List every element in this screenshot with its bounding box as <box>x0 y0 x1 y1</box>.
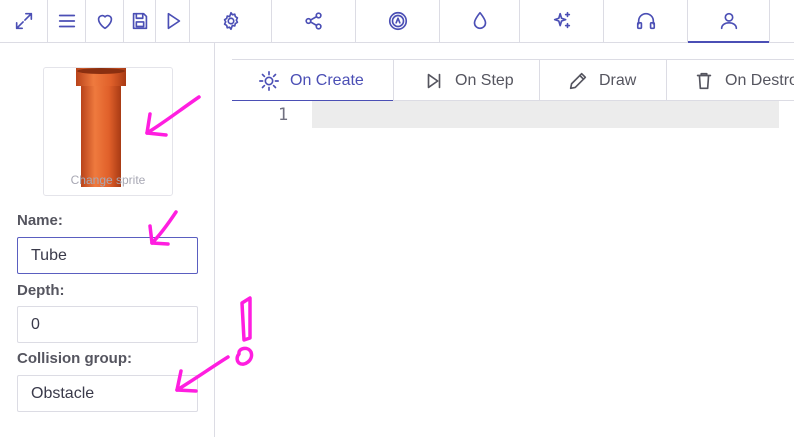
maximize-button[interactable] <box>0 0 48 42</box>
trash-icon <box>696 72 712 89</box>
particles-tab[interactable] <box>520 0 604 42</box>
tab-draw-label: Draw <box>599 71 637 89</box>
tab-on-destroy[interactable]: On Destroy <box>667 60 794 101</box>
sun-icon <box>259 70 279 91</box>
save-button[interactable] <box>124 0 156 42</box>
depth-input[interactable] <box>17 306 198 343</box>
sparkles-icon <box>553 11 570 29</box>
favorite-button[interactable] <box>86 0 124 42</box>
menu-icon <box>58 14 75 28</box>
compass-icon <box>388 11 407 31</box>
run-button[interactable] <box>156 0 190 42</box>
share-nodes-icon <box>304 12 322 30</box>
name-input[interactable] <box>17 237 198 274</box>
code-editor-area: On Create On Step Draw On Destroy 1 <box>232 59 794 437</box>
play-icon <box>167 12 180 30</box>
droplet-icon <box>473 11 486 30</box>
sprite-preview[interactable]: Change sprite <box>43 67 173 196</box>
code-editor[interactable]: 1 <box>232 101 794 437</box>
tab-draw[interactable]: Draw <box>540 60 667 101</box>
template-properties-panel: Change sprite Name: Depth: Collision gro… <box>0 43 215 437</box>
sounds-tab[interactable] <box>604 0 688 42</box>
event-tabs: On Create On Step Draw On Destroy <box>232 59 794 101</box>
collision-group-label: Collision group: <box>17 350 132 367</box>
maximize-icon <box>15 12 32 30</box>
tab-on-create[interactable]: On Create <box>232 60 394 101</box>
nodes-tab[interactable] <box>272 0 356 42</box>
save-icon <box>132 12 147 30</box>
compass-tab[interactable] <box>356 0 440 42</box>
tab-on-step-label: On Step <box>455 71 514 89</box>
depth-label: Depth: <box>17 282 65 299</box>
menu-button[interactable] <box>48 0 86 42</box>
line-number: 1 <box>278 105 289 125</box>
collision-group-input[interactable] <box>17 375 198 412</box>
gear-icon <box>223 11 238 31</box>
templates-tab[interactable] <box>688 0 770 43</box>
change-sprite-caption: Change sprite <box>70 173 146 187</box>
name-label: Name: <box>17 212 63 229</box>
top-toolbar <box>0 0 794 43</box>
tab-on-destroy-label: On Destroy <box>725 71 794 89</box>
user-icon <box>720 12 737 30</box>
tab-on-create-label: On Create <box>290 71 364 89</box>
pencil-icon <box>569 72 587 89</box>
skip-forward-icon <box>427 73 441 88</box>
headphones-icon <box>636 12 655 30</box>
effects-tab[interactable] <box>440 0 520 42</box>
tab-on-step[interactable]: On Step <box>394 60 540 101</box>
heart-icon <box>97 14 112 30</box>
current-line-highlight <box>312 101 779 128</box>
settings-tab[interactable] <box>190 0 272 42</box>
